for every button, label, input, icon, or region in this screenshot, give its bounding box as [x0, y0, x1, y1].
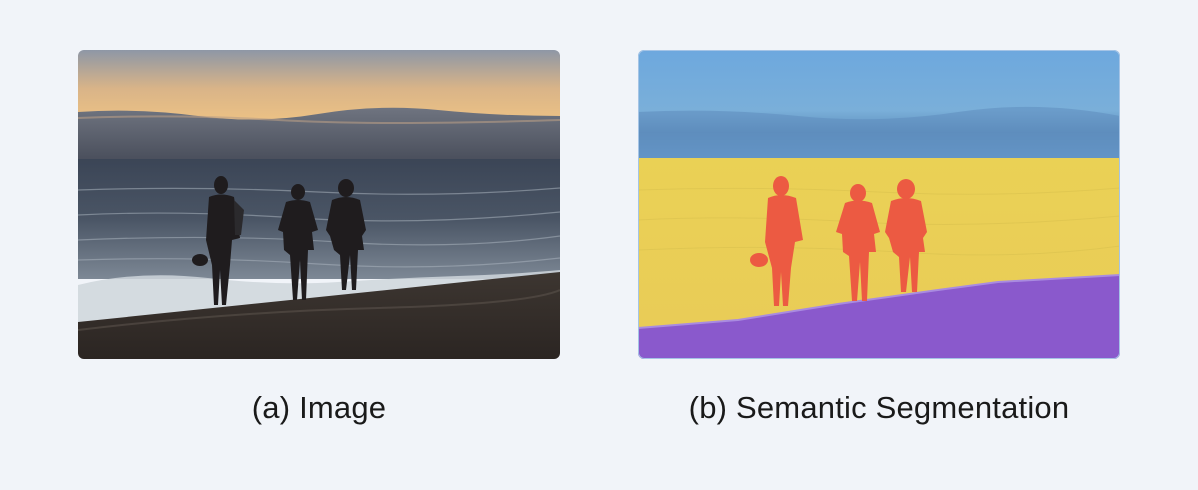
segmentation-mask — [638, 50, 1120, 359]
caption-image: (a) Image — [251, 390, 387, 425]
caption-semantic-segmentation: (b) Semantic Segmentation — [688, 390, 1070, 425]
beach-photo — [78, 50, 560, 359]
figure: (a) Image (b) Semantic Segmentation — [0, 0, 1198, 490]
